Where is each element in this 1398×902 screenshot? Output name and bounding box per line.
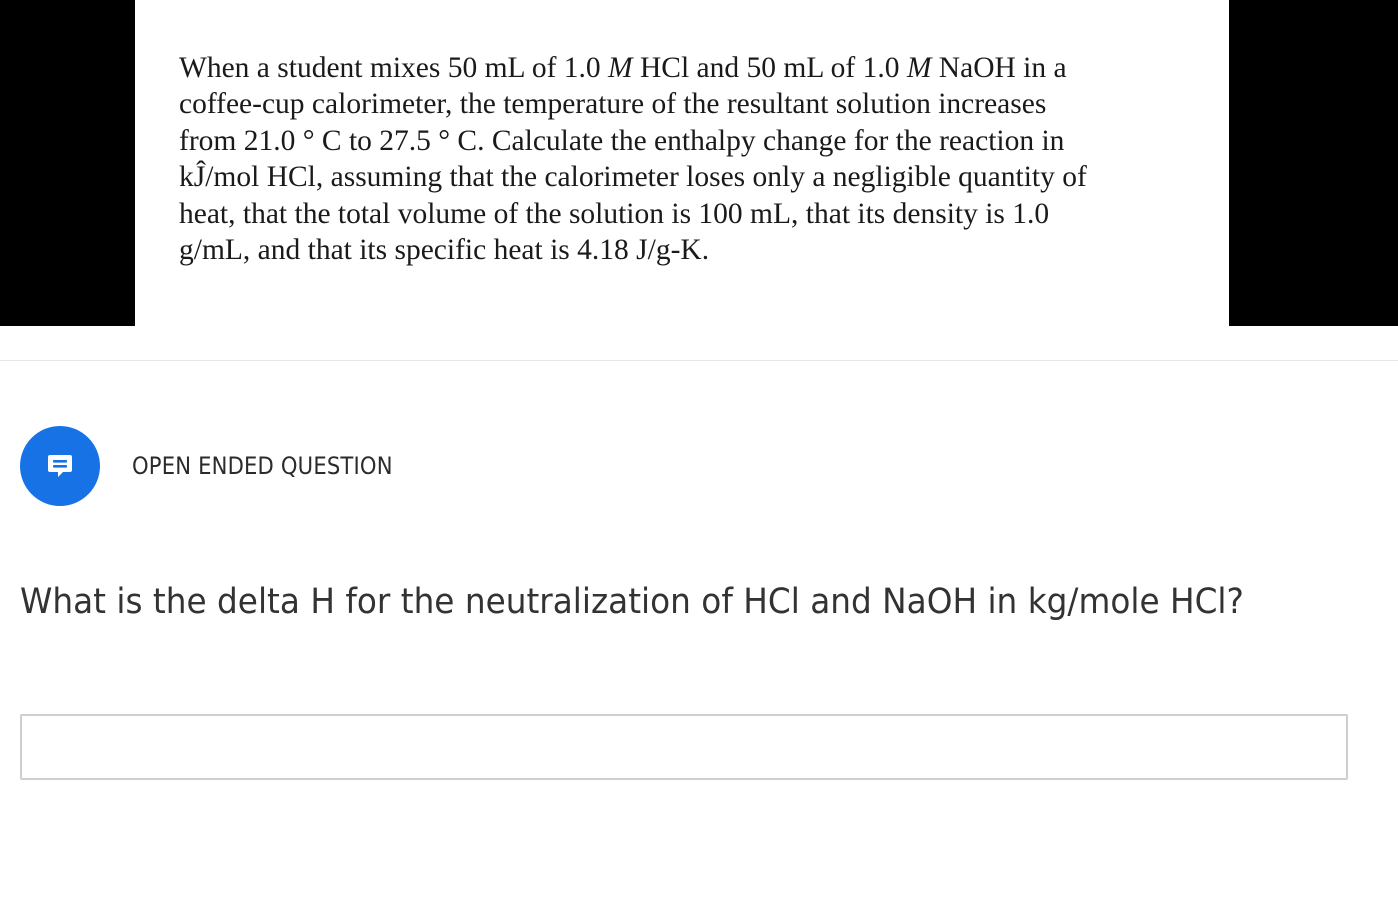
- answer-input[interactable]: [20, 714, 1348, 780]
- question-type-label: OPEN ENDED QUESTION: [132, 452, 393, 480]
- question-image-area: When a student mixes 50 mL of 1.0 M HCl …: [0, 0, 1398, 326]
- problem-line-4: kĴ/mol HCl, assuming that the calorimete…: [179, 161, 1087, 194]
- chat-bubble-icon: [48, 455, 72, 477]
- question-type-badge: [20, 426, 100, 506]
- problem-line-2: coffee-cup calorimeter, the temperature …: [179, 88, 1047, 121]
- problem-line-3: from 21.0 ° C to 27.5 ° C. Calculate the…: [179, 124, 1065, 157]
- problem-statement-text: When a student mixes 50 mL of 1.0 M HCl …: [179, 50, 1179, 268]
- problem-line-6: g/mL, and that its specific heat is 4.18…: [179, 234, 710, 267]
- problem-line-5: heat, that the total volume of the solut…: [179, 197, 1050, 230]
- problem-line-1: When a student mixes 50 mL of 1.0 M HCl …: [179, 52, 1067, 84]
- problem-statement-image: When a student mixes 50 mL of 1.0 M HCl …: [135, 0, 1229, 326]
- section-divider: [0, 360, 1398, 361]
- question-prompt: What is the delta H for the neutralizati…: [20, 582, 1244, 622]
